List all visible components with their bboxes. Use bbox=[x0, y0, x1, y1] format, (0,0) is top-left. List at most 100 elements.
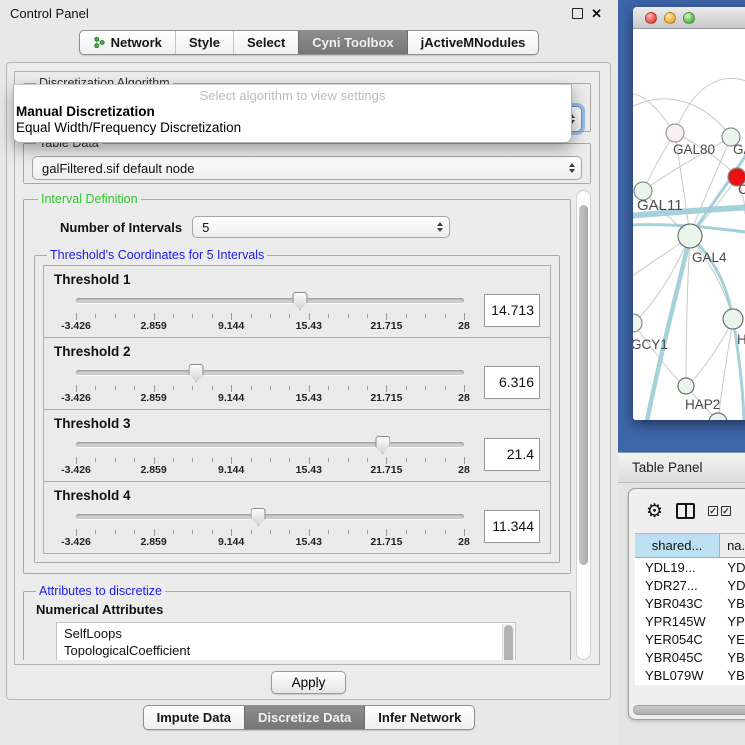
network-edge[interactable] bbox=[643, 133, 675, 191]
network-edge[interactable] bbox=[693, 319, 733, 380]
tab-jactivemnodules[interactable]: jActiveMNodules bbox=[407, 31, 539, 54]
bottom-tabbar: Impute DataDiscretize Data Infer Network bbox=[0, 702, 618, 732]
table-cell[interactable]: YDL1 bbox=[720, 560, 745, 575]
column-visibility-icons[interactable]: ✓ ✓ bbox=[708, 506, 731, 516]
slider-track[interactable] bbox=[76, 442, 464, 447]
slider-track[interactable] bbox=[76, 298, 464, 303]
table-cell[interactable]: YBR043C bbox=[635, 596, 720, 611]
table-row[interactable]: YBL079WYBL0 bbox=[635, 666, 745, 684]
table-cell[interactable]: YDR2 bbox=[720, 578, 745, 593]
num-intervals-combo[interactable]: 5 bbox=[192, 216, 450, 238]
table-cell[interactable]: YBR0 bbox=[720, 650, 745, 665]
column-header[interactable]: na... bbox=[720, 534, 745, 557]
table-cell[interactable]: YPR145W bbox=[635, 614, 720, 629]
horizontal-scrollbar[interactable] bbox=[633, 705, 745, 715]
tick-mark bbox=[425, 386, 426, 390]
table-cell[interactable]: YBR0 bbox=[720, 596, 745, 611]
minimize-window-button[interactable] bbox=[664, 12, 676, 24]
tab-cyni-toolbox[interactable]: Cyni Toolbox bbox=[298, 31, 406, 54]
network-edge-highlighted[interactable] bbox=[690, 144, 745, 236]
table-cell[interactable]: YPR1 bbox=[720, 614, 745, 629]
slider-thumb[interactable] bbox=[375, 436, 390, 454]
top-tabbar: Network Style SelectCyni ToolboxjActiveMNo… bbox=[0, 26, 618, 58]
tab-label: Infer Network bbox=[378, 710, 461, 725]
tick-mark bbox=[231, 457, 232, 464]
network-edge-highlighted[interactable] bbox=[690, 236, 733, 319]
table-cell[interactable]: YBL0 bbox=[720, 668, 745, 683]
table-cell[interactable]: YBR045C bbox=[635, 650, 720, 665]
network-node[interactable] bbox=[678, 378, 694, 394]
panel-title: Control Panel bbox=[10, 6, 89, 21]
list-item[interactable]: TopologicalCoefficient bbox=[64, 642, 501, 659]
list-item[interactable]: BetweennessCentrality bbox=[64, 659, 501, 660]
tick-mark bbox=[445, 530, 446, 534]
threshold-value-field[interactable]: 21.4 bbox=[484, 438, 540, 471]
close-window-button[interactable] bbox=[645, 12, 657, 24]
tab-impute-data[interactable]: Impute Data bbox=[144, 706, 244, 729]
tick-mark bbox=[115, 386, 116, 390]
thresholds-group-title: Threshold's Coordinates for 5 Intervals bbox=[47, 248, 267, 262]
tab-network[interactable]: Network bbox=[80, 31, 175, 54]
float-panel-icon[interactable] bbox=[572, 8, 583, 19]
network-window-titlebar[interactable] bbox=[633, 7, 745, 29]
tab-select[interactable]: Select bbox=[233, 31, 298, 54]
network-edge[interactable] bbox=[690, 236, 733, 319]
scrollbar-thumb[interactable] bbox=[633, 705, 745, 715]
tab-infer-network[interactable]: Infer Network bbox=[364, 706, 474, 729]
vertical-scrollbar[interactable] bbox=[576, 190, 591, 660]
table-cell[interactable]: YDL19... bbox=[635, 560, 720, 575]
table-data-combo[interactable]: galFiltered.sif default node bbox=[32, 156, 582, 180]
tab-discretize-data[interactable]: Discretize Data bbox=[244, 706, 364, 729]
table-cell[interactable]: YER0 bbox=[720, 632, 745, 647]
table-row[interactable]: YDL19...YDL1 bbox=[635, 558, 745, 576]
network-node[interactable] bbox=[633, 314, 642, 332]
slider-thumb[interactable] bbox=[292, 292, 307, 310]
column-header[interactable]: shared... bbox=[635, 534, 720, 557]
threshold-value-field[interactable]: 6.316 bbox=[484, 366, 540, 399]
threshold-label: Threshold 3 bbox=[54, 416, 540, 431]
table-row[interactable]: YER054CYER0 bbox=[635, 630, 745, 648]
bottom-tab-group: Impute DataDiscretize Data Infer Network bbox=[143, 705, 476, 730]
tick-mark bbox=[367, 314, 368, 318]
slider-track[interactable] bbox=[76, 370, 464, 375]
stepper-icon bbox=[431, 222, 443, 232]
table-cell[interactable]: YBL079W bbox=[635, 668, 720, 683]
tab-label: Style bbox=[189, 35, 220, 50]
table-cell[interactable]: YDR27... bbox=[635, 578, 720, 593]
list-item[interactable]: SelfLoops bbox=[64, 625, 501, 642]
tab-style[interactable]: Style bbox=[175, 31, 233, 54]
threshold-value-field[interactable]: 14.713 bbox=[484, 294, 540, 327]
scrollbar-thumb[interactable] bbox=[579, 205, 588, 565]
network-edge[interactable] bbox=[675, 78, 745, 133]
zoom-window-button[interactable] bbox=[683, 12, 695, 24]
network-node[interactable] bbox=[678, 224, 702, 248]
list-scrollbar[interactable] bbox=[502, 624, 514, 660]
algorithm-option[interactable]: Manual Discretization bbox=[14, 104, 571, 120]
table-row[interactable]: YLR345WYLR3 bbox=[635, 684, 745, 685]
columns-icon[interactable] bbox=[676, 503, 695, 519]
slider-thumb[interactable] bbox=[189, 364, 204, 382]
table-row[interactable]: YPR145WYPR1 bbox=[635, 612, 745, 630]
gear-icon[interactable]: ⚙ bbox=[646, 502, 663, 521]
network-canvas[interactable]: GAL80GACGAL11GAL4HGCY1HAP2 bbox=[633, 29, 745, 420]
algorithm-option[interactable]: Equal Width/Frequency Discretization bbox=[14, 120, 571, 136]
threshold-value-field[interactable]: 11.344 bbox=[484, 510, 540, 543]
numerical-attributes-list[interactable]: SelfLoopsTopologicalCoefficientBetweenne… bbox=[56, 622, 516, 660]
apply-button[interactable]: Apply bbox=[271, 671, 347, 694]
table-cell[interactable]: YER054C bbox=[635, 632, 720, 647]
network-node[interactable] bbox=[723, 309, 743, 329]
threshold-slider: -3.4262.8599.14415.4321.71528 bbox=[54, 361, 476, 403]
table-row[interactable]: YDR27...YDR2 bbox=[635, 576, 745, 594]
table-row[interactable]: YBR045CYBR0 bbox=[635, 648, 745, 666]
node-label: C bbox=[738, 182, 745, 197]
network-node[interactable] bbox=[666, 124, 684, 142]
tick-mark bbox=[95, 386, 96, 390]
slider-thumb[interactable] bbox=[251, 508, 266, 526]
tick-mark bbox=[406, 386, 407, 390]
close-icon[interactable]: ✕ bbox=[591, 7, 602, 20]
node-attribute-table[interactable]: shared...na...YDL19...YDL1YDR27...YDR2YB… bbox=[635, 533, 745, 685]
axis-tick-label: 2.859 bbox=[140, 464, 166, 476]
tick-mark bbox=[386, 385, 387, 392]
table-row[interactable]: YBR043CYBR0 bbox=[635, 594, 745, 612]
slider-track[interactable] bbox=[76, 514, 464, 519]
